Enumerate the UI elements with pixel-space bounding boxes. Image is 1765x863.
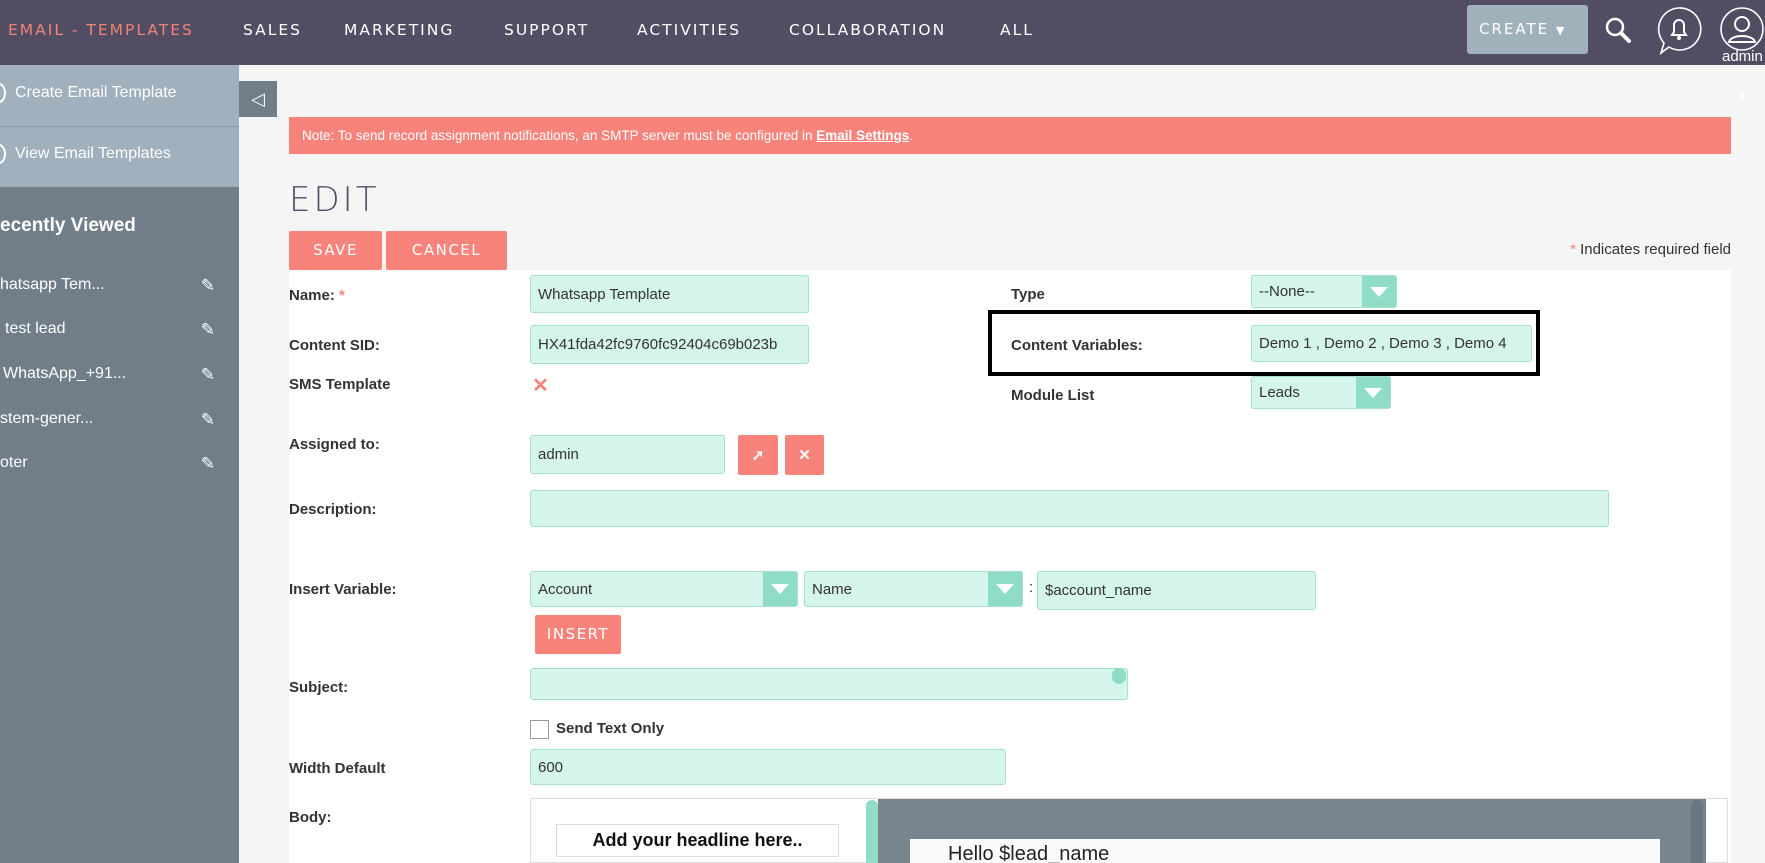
name-input[interactable]: Whatsapp Template — [530, 275, 809, 313]
recent-item[interactable]: hatsapp Tem... ✎ — [0, 276, 239, 296]
insert-module-select[interactable]: Account — [530, 571, 798, 607]
scrollbar-thumb[interactable] — [1112, 668, 1126, 684]
variable-value-input[interactable]: $account_name — [1037, 571, 1316, 610]
name-label-text: Name: — [289, 287, 335, 304]
select-value: Leads — [1259, 384, 1300, 401]
description-textarea[interactable] — [530, 490, 1609, 527]
save-button[interactable]: SAVE — [289, 231, 382, 270]
module-list-label: Module List — [1011, 387, 1095, 404]
list-circle-icon — [0, 144, 6, 164]
description-label: Description: — [289, 501, 377, 518]
recent-item[interactable]: stem-gener... ✎ — [0, 410, 239, 430]
cursor-arrow-icon: ➚ — [751, 447, 765, 464]
preview-scrollbar[interactable] — [1691, 800, 1703, 863]
nav-marketing[interactable]: MARKETING — [344, 21, 454, 39]
pencil-edit-icon[interactable]: ✎ — [201, 320, 215, 340]
sms-template-checkbox-checked-icon[interactable]: ✕ — [531, 376, 550, 396]
notification-bell-icon[interactable] — [1655, 5, 1703, 57]
required-note-text: Indicates required field — [1575, 241, 1731, 258]
required-note: * Indicates required field — [1570, 241, 1731, 258]
insert-button[interactable]: INSERT — [535, 615, 621, 654]
colon: : — [1029, 579, 1034, 596]
width-default-label: Width Default — [289, 760, 386, 777]
name-label: Name: * — [289, 287, 345, 304]
sidebar-create-email-template[interactable]: Create Email Template — [0, 83, 239, 104]
sidebar-action-label: View Email Templates — [15, 145, 171, 162]
chevron-down-icon — [988, 572, 1022, 606]
subject-textarea[interactable] — [530, 668, 1128, 700]
user-name: admin — [1722, 48, 1763, 65]
editor-scrollbar[interactable] — [866, 800, 878, 863]
cancel-button[interactable]: CANCEL — [386, 231, 507, 270]
content-sid-label: Content SID: — [289, 337, 380, 354]
caret-down-icon[interactable]: ▼ — [1738, 92, 1748, 103]
recent-item[interactable]: test lead ✎ — [0, 320, 239, 340]
chevron-down-icon — [1356, 377, 1390, 408]
pencil-edit-icon[interactable]: ✎ — [201, 454, 215, 474]
content-variables-label: Content Variables: — [1011, 337, 1143, 354]
nav-support[interactable]: SUPPORT — [504, 21, 589, 39]
nav-sales[interactable]: SALES — [243, 21, 302, 39]
select-value: Name — [812, 580, 853, 598]
insert-field-select[interactable]: Name — [804, 571, 1023, 607]
page-title: EDIT — [289, 180, 380, 220]
divider — [0, 126, 239, 127]
triangle-left-icon: ◁ — [251, 89, 265, 109]
caret-down-icon: ▼ — [1555, 24, 1567, 37]
pencil-edit-icon[interactable]: ✎ — [201, 365, 215, 385]
nav-module-email-templates[interactable]: EMAIL - TEMPLATES — [8, 21, 194, 39]
recent-item[interactable]: WhatsApp_+91... ✎ — [0, 365, 239, 385]
content-sid-input[interactable]: HX41fda42fc9760fc92404c69b023b — [530, 325, 809, 364]
recent-item-label: WhatsApp_+91... — [3, 365, 127, 382]
recently-viewed-heading: ecently Viewed — [0, 215, 136, 236]
select-user-button[interactable]: ➚ — [738, 435, 778, 475]
body-headline-block[interactable]: Add your headline here.. — [556, 824, 839, 857]
sidebar-view-email-templates[interactable]: View Email Templates — [0, 144, 239, 165]
alert-end: . — [909, 128, 914, 143]
email-settings-link[interactable]: Email Settings — [816, 128, 909, 143]
type-label: Type — [1011, 286, 1045, 303]
select-value: Account — [538, 580, 593, 598]
create-label: CREATE — [1479, 20, 1550, 38]
type-select[interactable]: --None-- — [1251, 275, 1397, 308]
body-label: Body: — [289, 809, 332, 826]
assigned-to-label: Assigned to: — [289, 436, 380, 453]
nav-activities[interactable]: ACTIVITIES — [637, 21, 741, 39]
pencil-edit-icon[interactable]: ✎ — [201, 276, 215, 296]
send-text-only-checkbox[interactable] — [530, 720, 549, 739]
recent-item-label: test lead — [5, 320, 66, 337]
recent-item-label: oter — [0, 454, 28, 471]
select-value: --None-- — [1259, 283, 1315, 300]
insert-variable-label: Insert Variable: — [289, 581, 397, 598]
required-star: * — [339, 287, 345, 304]
sidebar-collapse-toggle[interactable]: ◁ — [239, 81, 277, 117]
recent-item[interactable]: oter ✎ — [0, 454, 239, 474]
nav-collaboration[interactable]: COLLABORATION — [789, 21, 946, 39]
body-text[interactable]: Hello $lead_name — [910, 839, 1660, 863]
plus-circle-icon — [0, 83, 6, 103]
content-variables-input[interactable]: Demo 1 , Demo 2 , Demo 3 , Demo 4 — [1251, 325, 1532, 362]
nav-all[interactable]: ALL — [1000, 21, 1034, 39]
sidebar-action-label: Create Email Template — [15, 84, 177, 101]
search-icon[interactable] — [1603, 15, 1635, 47]
assigned-to-input[interactable]: admin — [530, 435, 725, 474]
alert-text: Note: To send record assignment notifica… — [302, 128, 817, 143]
pencil-edit-icon[interactable]: ✎ — [201, 410, 215, 430]
close-icon: ✕ — [798, 447, 811, 464]
chevron-down-icon — [1362, 276, 1396, 307]
subject-label: Subject: — [289, 679, 349, 696]
width-default-input[interactable]: 600 — [530, 749, 1006, 785]
clear-user-button[interactable]: ✕ — [785, 435, 824, 475]
send-text-only-label: Send Text Only — [556, 720, 665, 737]
recent-item-label: stem-gener... — [0, 410, 94, 427]
module-list-select[interactable]: Leads — [1251, 376, 1391, 409]
user-avatar-icon[interactable] — [1719, 6, 1765, 52]
create-button[interactable]: CREATE ▼ — [1467, 5, 1588, 54]
smtp-alert: Note: To send record assignment notifica… — [289, 117, 1731, 154]
chevron-down-icon — [763, 572, 797, 606]
recent-item-label: hatsapp Tem... — [0, 276, 105, 293]
sms-template-label: SMS Template — [289, 376, 391, 393]
